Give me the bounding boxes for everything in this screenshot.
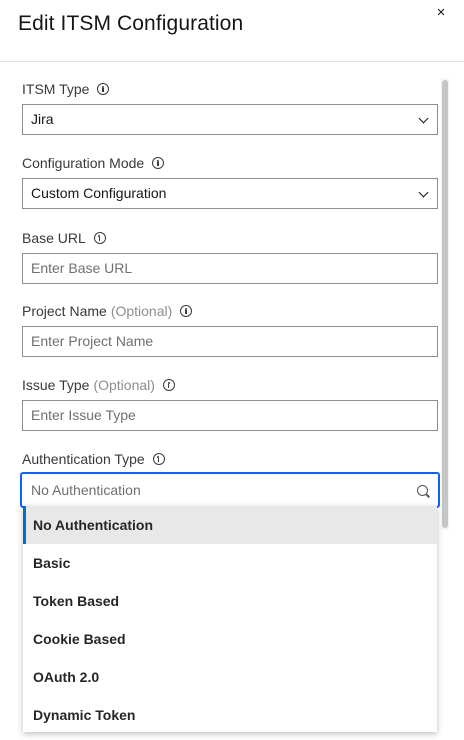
- issue-type-input[interactable]: Enter Issue Type: [22, 400, 438, 431]
- info-icon[interactable]: [152, 157, 165, 169]
- itsm-type-label-row: ITSM Type: [22, 80, 438, 98]
- menu-item-cookie-based[interactable]: Cookie Based: [23, 620, 437, 658]
- issue-type-field: Issue Type (Optional) Enter Issue Type: [22, 376, 438, 431]
- optional-tag: (Optional): [93, 377, 155, 393]
- configuration-mode-label-row: Configuration Mode: [22, 154, 438, 172]
- menu-item-token-based[interactable]: Token Based: [23, 582, 437, 620]
- base-url-field: Base URL Enter Base URL: [22, 229, 438, 284]
- itsm-type-select[interactable]: Jira: [22, 104, 438, 135]
- optional-tag: (Optional): [110, 303, 173, 319]
- project-name-input[interactable]: Enter Project Name: [22, 326, 438, 357]
- menu-item-basic[interactable]: Basic: [23, 544, 437, 582]
- menu-item-no-authentication[interactable]: No Authentication: [23, 506, 437, 544]
- itsm-type-label: ITSM Type: [22, 81, 90, 97]
- itsm-type-field: ITSM Type Jira: [22, 80, 438, 135]
- info-icon[interactable]: [93, 232, 106, 244]
- authentication-type-field: Authentication Type: [22, 450, 438, 468]
- issue-type-label: Issue Type: [22, 377, 90, 393]
- menu-item-dynamic-token[interactable]: Dynamic Token: [23, 696, 437, 734]
- base-url-label-row: Base URL: [22, 229, 438, 247]
- dialog-title: Edit ITSM Configuration: [18, 12, 244, 35]
- menu-item-oauth-2[interactable]: OAuth 2.0: [23, 658, 437, 696]
- authentication-type-placeholder: No Authentication: [31, 482, 141, 498]
- info-icon[interactable]: [152, 453, 165, 465]
- chevron-down-icon: [418, 187, 429, 198]
- configuration-mode-select[interactable]: Custom Configuration: [22, 178, 438, 209]
- itsm-type-value: Jira: [31, 111, 54, 127]
- close-icon[interactable]: ×: [432, 4, 450, 22]
- info-icon[interactable]: [97, 83, 110, 95]
- configuration-mode-value: Custom Configuration: [31, 185, 167, 201]
- info-icon[interactable]: [162, 379, 175, 391]
- edit-itsm-dialog: Edit ITSM Configuration × ITSM Type Jira…: [0, 0, 464, 740]
- authentication-type-label-row: Authentication Type: [22, 450, 438, 468]
- search-icon: [417, 485, 428, 496]
- configuration-mode-field: Configuration Mode Custom Configuration: [22, 154, 438, 209]
- issue-type-label-row: Issue Type (Optional): [22, 376, 438, 394]
- project-name-label-row: Project Name (Optional): [22, 302, 438, 320]
- configuration-mode-label: Configuration Mode: [22, 155, 145, 171]
- project-name-label: Project Name: [22, 303, 107, 319]
- dialog-header: Edit ITSM Configuration ×: [0, 0, 464, 62]
- info-icon[interactable]: [180, 305, 193, 317]
- project-name-field: Project Name (Optional) Enter Project Na…: [22, 302, 438, 357]
- scrollbar-thumb[interactable]: [442, 80, 448, 528]
- authentication-type-combobox[interactable]: No Authentication: [20, 472, 440, 508]
- chevron-down-icon: [418, 113, 429, 124]
- base-url-input[interactable]: Enter Base URL: [22, 253, 438, 284]
- authentication-type-menu: No Authentication Basic Token Based Cook…: [23, 506, 437, 732]
- base-url-label: Base URL: [22, 230, 86, 246]
- authentication-type-label: Authentication Type: [22, 451, 145, 467]
